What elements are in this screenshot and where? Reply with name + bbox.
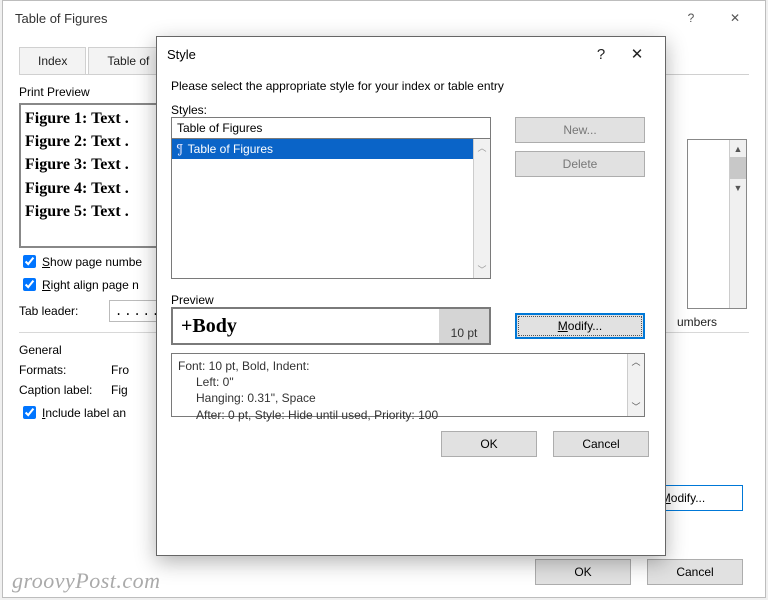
right-align-input[interactable] bbox=[23, 278, 36, 291]
scroll-down-icon[interactable]: ▼ bbox=[730, 179, 746, 196]
help-icon[interactable]: ? bbox=[669, 4, 713, 32]
front-dialog-body: Please select the appropriate style for … bbox=[157, 71, 665, 467]
scrollbar[interactable]: ▲ ▼ bbox=[729, 140, 746, 308]
desc-line: Hanging: 0.31", Space bbox=[178, 390, 624, 406]
scroll-down-icon[interactable]: ﹀ bbox=[628, 399, 644, 416]
front-dialog-title: Style bbox=[167, 47, 583, 62]
scroll-up-icon[interactable]: ︿ bbox=[474, 139, 490, 156]
back-dialog-title: Table of Figures bbox=[11, 11, 669, 26]
include-label-label: Include label an bbox=[42, 406, 126, 420]
scroll-up-icon[interactable]: ▲ bbox=[730, 140, 746, 157]
tab-index[interactable]: Index bbox=[19, 47, 86, 74]
ok-button[interactable]: OK bbox=[441, 431, 537, 457]
style-side-buttons: New... Delete bbox=[515, 117, 645, 177]
include-label-input[interactable] bbox=[23, 406, 36, 419]
styles-item-label: Table of Figures bbox=[188, 142, 273, 156]
style-dialog: Style ? ✕ Please select the appropriate … bbox=[156, 36, 666, 556]
front-button-row: OK Cancel bbox=[171, 431, 651, 457]
style-preview-box: +Body 10 pt bbox=[171, 307, 491, 345]
pilcrow-icon: ¶ bbox=[176, 142, 184, 157]
close-icon[interactable]: ✕ bbox=[619, 40, 655, 68]
desc-line: After: 0 pt, Style: Hide until used, Pri… bbox=[178, 407, 624, 423]
scrollbar[interactable]: ︿ ﹀ bbox=[473, 139, 490, 278]
web-preview-box: ▲ ▼ bbox=[687, 139, 747, 309]
styles-item-selected[interactable]: ¶ Table of Figures bbox=[172, 139, 490, 159]
scroll-down-icon[interactable]: ﹀ bbox=[474, 261, 490, 278]
right-align-label: Right align page n bbox=[42, 278, 139, 292]
formats-label: Formats: bbox=[19, 363, 111, 377]
scroll-up-icon[interactable]: ︿ bbox=[628, 354, 644, 371]
preview-body-text: +Body bbox=[173, 315, 237, 338]
close-icon[interactable]: ✕ bbox=[713, 4, 757, 32]
style-description-box: Font: 10 pt, Bold, Indent: Left: 0" Hang… bbox=[171, 353, 645, 417]
watermark: groovyPost.com bbox=[12, 568, 161, 594]
formats-value[interactable]: Fro bbox=[111, 363, 151, 377]
show-page-numbers-input[interactable] bbox=[23, 255, 36, 268]
numbers-fragment: umbers bbox=[677, 315, 717, 329]
preview-pt-text: 10 pt bbox=[439, 309, 489, 343]
caption-label-label: Caption label: bbox=[19, 383, 111, 397]
desc-line: Left: 0" bbox=[178, 374, 624, 390]
cancel-button[interactable]: Cancel bbox=[553, 431, 649, 457]
desc-line: Font: 10 pt, Bold, Indent: bbox=[178, 358, 624, 374]
styles-group: Table of Figures ¶ Table of Figures ︿ ﹀ … bbox=[171, 117, 651, 279]
styles-input[interactable]: Table of Figures bbox=[171, 117, 491, 139]
scroll-thumb[interactable] bbox=[730, 157, 746, 179]
styles-list[interactable]: ¶ Table of Figures ︿ ﹀ bbox=[171, 139, 491, 279]
prompt-text: Please select the appropriate style for … bbox=[171, 79, 651, 93]
new-button[interactable]: New... bbox=[515, 117, 645, 143]
caption-label-value[interactable]: Fig bbox=[111, 383, 151, 397]
modify-button[interactable]: Modify... bbox=[515, 313, 645, 339]
back-cancel-button[interactable]: Cancel bbox=[647, 559, 743, 585]
styles-label: Styles: bbox=[171, 103, 651, 117]
scrollbar[interactable]: ︿ ﹀ bbox=[627, 354, 644, 416]
show-page-numbers-label: SShow page numbehow page numbe bbox=[42, 255, 142, 269]
front-titlebar: Style ? ✕ bbox=[157, 37, 665, 71]
delete-button[interactable]: Delete bbox=[515, 151, 645, 177]
help-icon[interactable]: ? bbox=[583, 40, 619, 68]
preview-label: Preview bbox=[171, 293, 651, 307]
back-ok-button[interactable]: OK bbox=[535, 559, 631, 585]
back-titlebar: Table of Figures ? ✕ bbox=[3, 1, 765, 35]
tab-leader-label: Tab leader: bbox=[19, 304, 109, 318]
